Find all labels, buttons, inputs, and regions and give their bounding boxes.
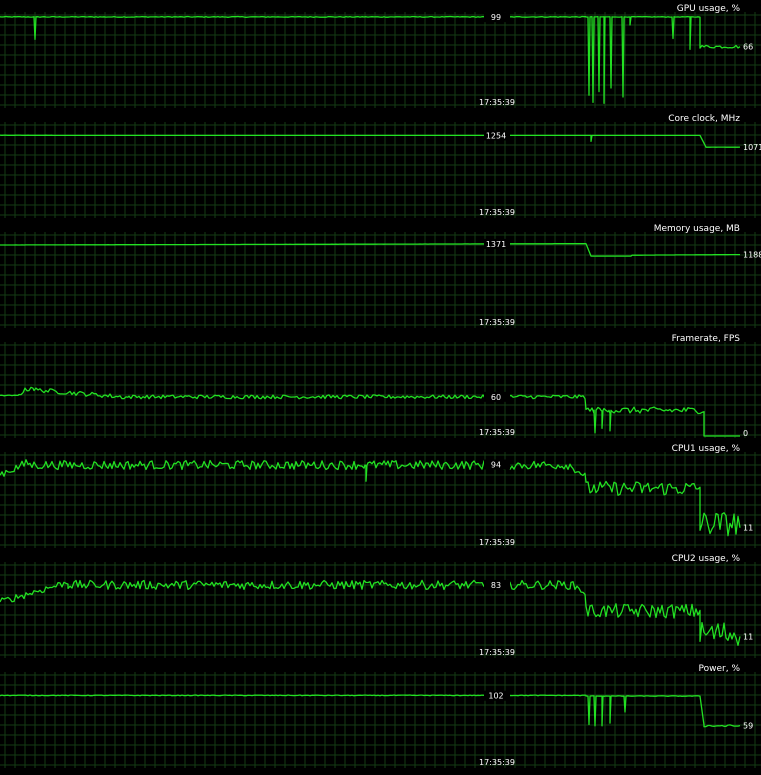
time-label: 17:35:39	[479, 318, 515, 327]
current-value-label: 99	[491, 13, 501, 22]
current-value-label: 1371	[486, 240, 506, 249]
graph-title: Framerate, FPS	[672, 334, 741, 344]
graph-title: Core clock, MHz	[668, 114, 740, 124]
time-label: 17:35:39	[479, 98, 515, 107]
end-value-label: 0	[743, 429, 748, 438]
graph-title: Power, %	[699, 664, 741, 674]
graph-title: CPU2 usage, %	[672, 554, 741, 564]
current-value-label: 102	[488, 692, 503, 701]
panel-separator	[0, 438, 761, 442]
end-value-label: 59	[743, 722, 753, 731]
current-value-label: 60	[491, 393, 501, 402]
panel-separator	[0, 108, 761, 112]
end-value-label: 1188	[743, 251, 761, 260]
end-value-label: 1071	[743, 143, 761, 152]
time-label: 17:35:39	[479, 538, 515, 547]
panel-separator	[0, 548, 761, 552]
end-value-label: 11	[743, 632, 753, 641]
panel-separator	[0, 768, 761, 772]
time-label: 17:35:39	[479, 648, 515, 657]
time-label: 17:35:39	[479, 758, 515, 767]
graph-title: CPU1 usage, %	[672, 444, 741, 454]
end-value-label: 66	[743, 43, 753, 52]
graph-title: Memory usage, MB	[654, 224, 740, 234]
graph-title: GPU usage, %	[677, 4, 741, 14]
hardware-monitor-graphs: GPU usage, % 99 66 17:35:39 Core clock, MHz 1…	[0, 0, 761, 775]
current-value-label: 83	[491, 581, 501, 590]
panel-separator	[0, 328, 761, 332]
end-value-label: 11	[743, 524, 753, 533]
panel-separator	[0, 218, 761, 222]
current-value-label: 1254	[486, 131, 506, 140]
panel-separator	[0, 658, 761, 662]
time-label: 17:35:39	[479, 428, 515, 437]
current-value-label: 94	[491, 461, 501, 470]
time-label: 17:35:39	[479, 208, 515, 217]
